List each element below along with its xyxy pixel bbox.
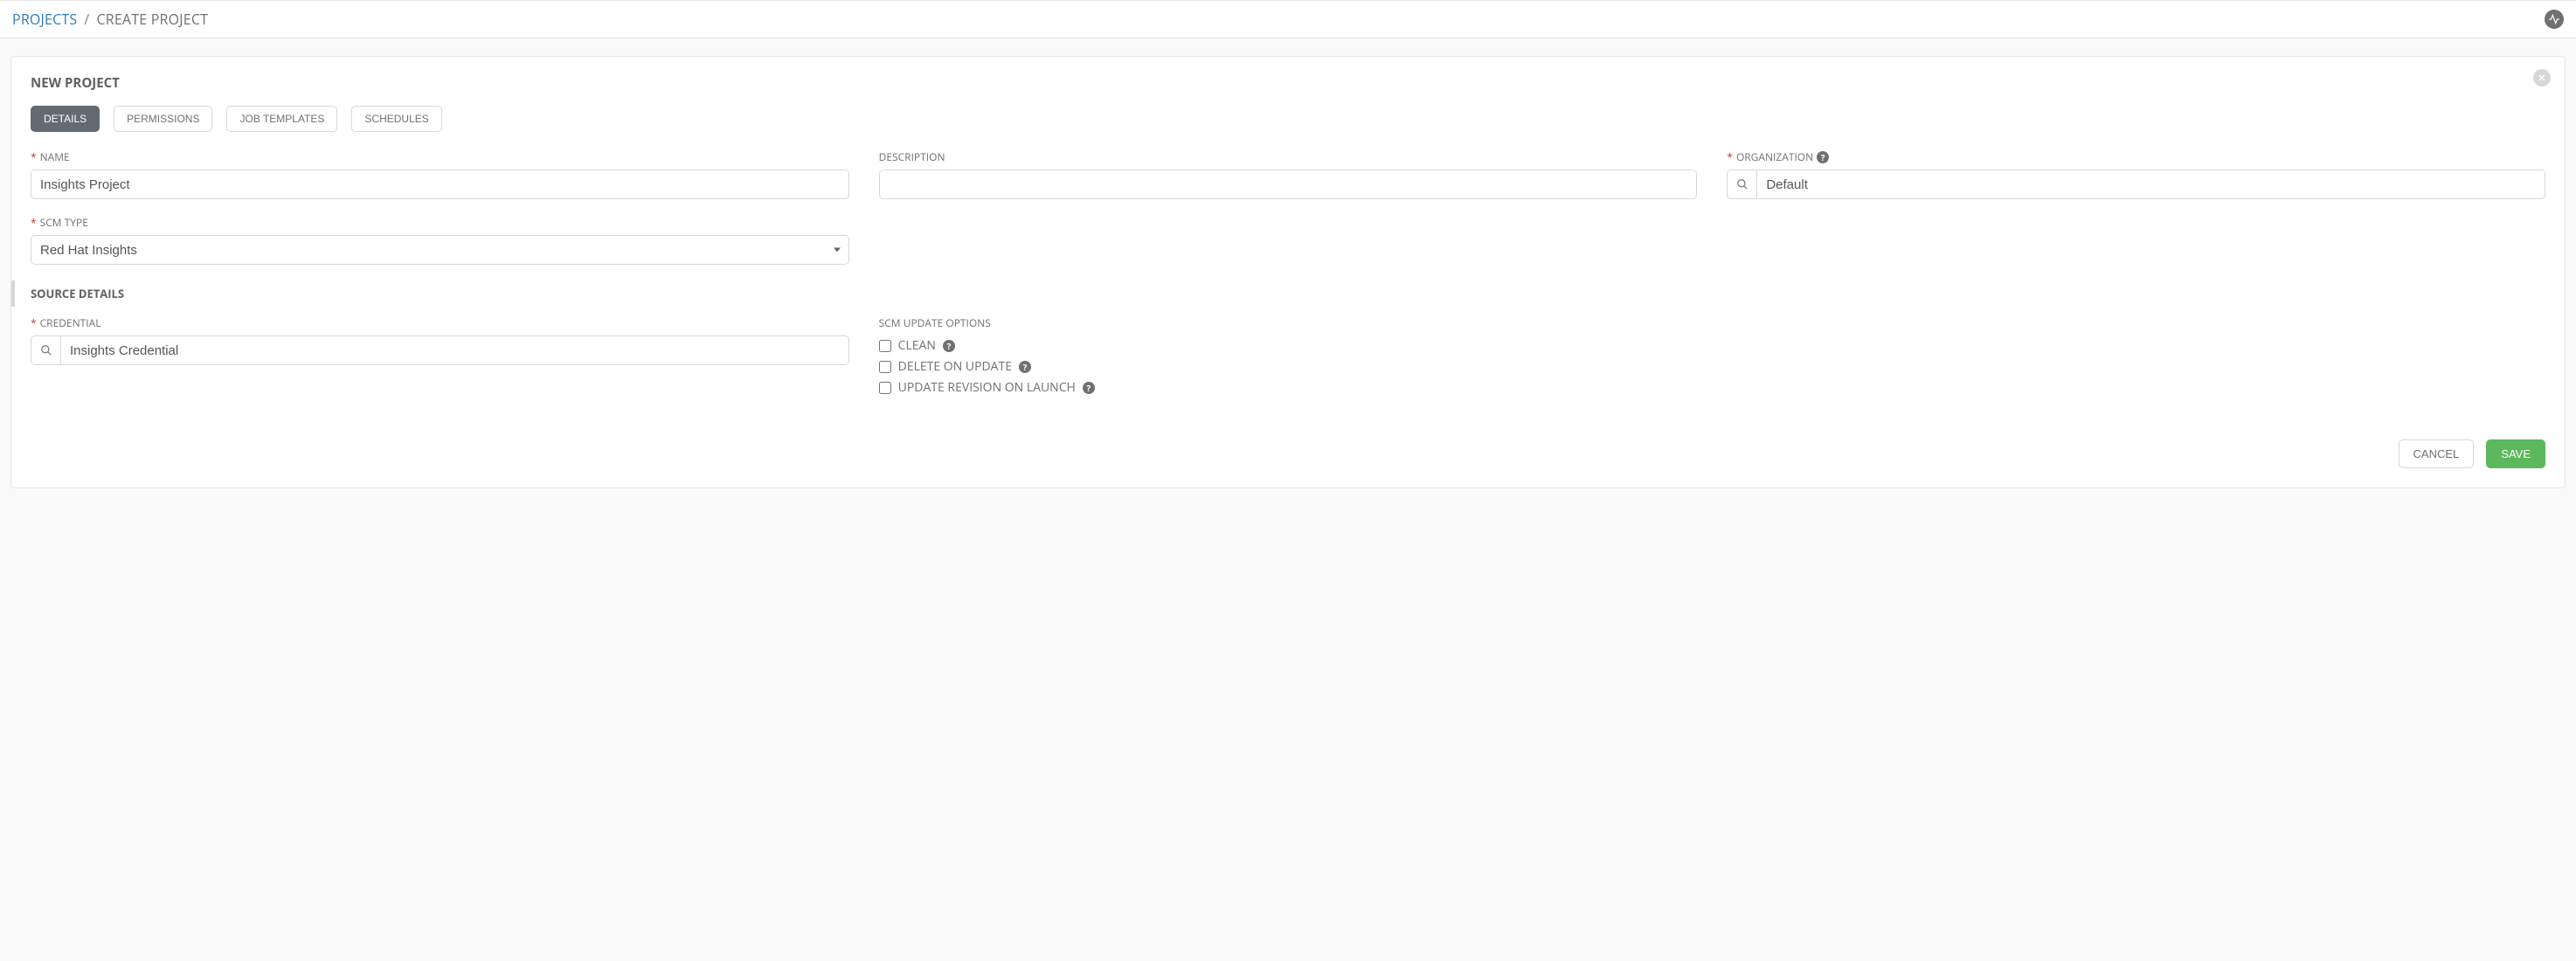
- scm-type-select[interactable]: [31, 235, 849, 265]
- source-details-header: SOURCE DETAILS: [11, 280, 2545, 307]
- clean-checkbox[interactable]: [879, 340, 891, 352]
- field-name: * NAME: [31, 149, 849, 199]
- checkbox-row-delete-on-update[interactable]: DELETE ON UPDATE: [879, 358, 1698, 375]
- search-icon: [1736, 178, 1748, 190]
- update-on-launch-checkbox[interactable]: [879, 382, 891, 394]
- delete-on-update-label: DELETE ON UPDATE: [898, 358, 1012, 375]
- name-input[interactable]: [31, 169, 849, 199]
- checkbox-row-update-on-launch[interactable]: UPDATE REVISION ON LAUNCH: [879, 379, 1698, 396]
- cancel-button[interactable]: CANCEL: [2399, 439, 2475, 468]
- description-input[interactable]: [879, 169, 1698, 199]
- label-description: DESCRIPTION: [879, 149, 945, 164]
- breadcrumb: PROJECTS / CREATE PROJECT: [12, 10, 208, 29]
- organization-input[interactable]: [1756, 169, 2545, 199]
- required-marker: *: [31, 149, 37, 164]
- label-name: NAME: [40, 149, 70, 164]
- project-form-panel: NEW PROJECT DETAILS PERMISSIONS JOB TEMP…: [10, 56, 2566, 488]
- required-marker: *: [31, 315, 37, 330]
- help-icon[interactable]: [943, 340, 955, 352]
- credential-input[interactable]: [60, 335, 849, 365]
- field-scm-type: * SCM TYPE: [31, 215, 849, 265]
- clean-label: CLEAN: [898, 337, 936, 354]
- tab-permissions[interactable]: PERMISSIONS: [114, 106, 212, 132]
- field-organization: * ORGANIZATION: [1727, 149, 2545, 199]
- update-on-launch-label: UPDATE REVISION ON LAUNCH: [898, 379, 1076, 396]
- organization-lookup-button[interactable]: [1727, 169, 1756, 199]
- search-icon: [40, 344, 52, 356]
- activity-stream-icon[interactable]: [2545, 10, 2564, 29]
- label-organization: ORGANIZATION: [1736, 149, 1813, 164]
- field-description: DESCRIPTION: [879, 149, 1698, 199]
- tabs: DETAILS PERMISSIONS JOB TEMPLATES SCHEDU…: [31, 106, 2545, 132]
- label-scm-update-options: SCM UPDATE OPTIONS: [879, 315, 991, 330]
- tab-details[interactable]: DETAILS: [31, 106, 100, 132]
- checkbox-row-clean[interactable]: CLEAN: [879, 337, 1698, 354]
- field-scm-update-options: SCM UPDATE OPTIONS CLEAN DELETE ON UPDAT…: [879, 315, 1698, 396]
- help-icon[interactable]: [1817, 151, 1829, 163]
- tab-job-templates[interactable]: JOB TEMPLATES: [226, 106, 337, 132]
- field-credential: * CREDENTIAL: [31, 315, 849, 396]
- close-icon[interactable]: [2533, 69, 2551, 86]
- help-icon[interactable]: [1083, 382, 1095, 394]
- breadcrumb-projects-link[interactable]: PROJECTS: [12, 10, 77, 29]
- required-marker: *: [31, 215, 37, 230]
- delete-on-update-checkbox[interactable]: [879, 361, 891, 373]
- credential-lookup-button[interactable]: [31, 335, 60, 365]
- panel-title: NEW PROJECT: [31, 74, 2545, 92]
- tab-schedules[interactable]: SCHEDULES: [351, 106, 441, 132]
- label-credential: CREDENTIAL: [40, 315, 101, 330]
- help-icon[interactable]: [1019, 361, 1031, 373]
- required-marker: *: [1727, 149, 1733, 164]
- label-scm-type: SCM TYPE: [40, 215, 88, 230]
- save-button[interactable]: SAVE: [2486, 439, 2545, 468]
- breadcrumb-separator: /: [84, 10, 89, 29]
- breadcrumb-current: CREATE PROJECT: [96, 10, 208, 29]
